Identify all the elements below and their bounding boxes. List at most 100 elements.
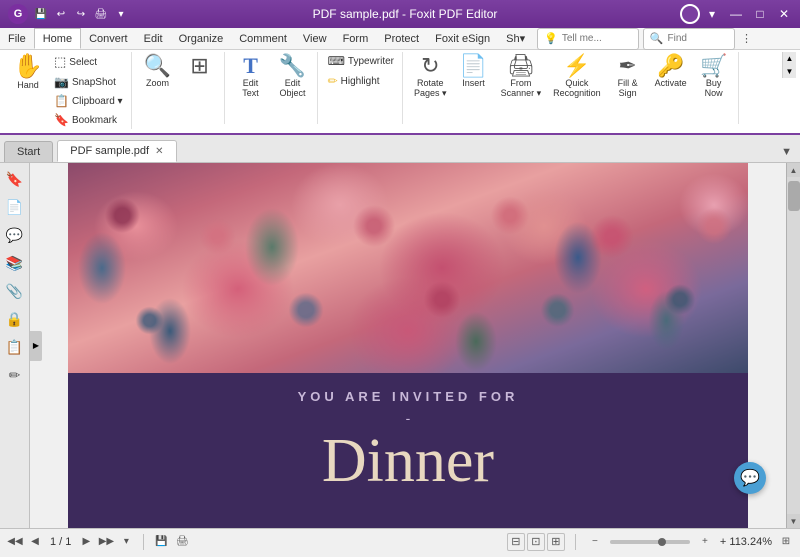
flower-detail: [68, 163, 748, 373]
menu-share[interactable]: Sh▾: [498, 28, 533, 49]
window-title: PDF sample.pdf - Foxit PDF Editor: [313, 7, 498, 21]
scroll-up-button[interactable]: ▲: [787, 163, 800, 177]
save-status-button[interactable]: 💾: [152, 533, 170, 551]
tab-scroll-down[interactable]: ▼: [777, 142, 796, 162]
right-scrollbar[interactable]: ▲ ▼: [786, 163, 800, 528]
ribbon-group-pages: ↻ RotatePages ▾ 📄 Insert 🖨 FromScanner ▾…: [405, 52, 739, 124]
scroll-thumb[interactable]: [788, 181, 800, 211]
redo-icon[interactable]: ↪: [72, 5, 90, 23]
left-sidebar: 🔖 📄 💬 📚 📎 🔒 📋 ✏: [0, 163, 30, 528]
print-icon[interactable]: 🖨: [92, 5, 110, 23]
sidebar-layers-icon[interactable]: 📚: [3, 251, 27, 275]
foxit-chat-button[interactable]: 💬: [734, 462, 766, 494]
fill-sign-label: Fill &Sign: [618, 78, 638, 98]
scroll-track[interactable]: [787, 177, 800, 514]
bookmark-icon: 🔖: [54, 113, 69, 127]
zoom-slider-thumb[interactable]: [658, 538, 666, 546]
menu-view[interactable]: View: [295, 28, 335, 49]
sidebar-attachment-icon[interactable]: 📎: [3, 279, 27, 303]
prev-page-button[interactable]: ◀: [26, 533, 44, 551]
typewriter-button[interactable]: ⌨ Typewriter: [324, 52, 398, 70]
view-mode-buttons: ⊟ ⊡ ⊞: [507, 533, 565, 551]
more-qa-icon[interactable]: ▾: [112, 5, 130, 23]
zoom-percentage: + 113.24%: [720, 536, 772, 548]
account-dropdown[interactable]: ▾: [704, 6, 720, 22]
sidebar-page-icon[interactable]: 📄: [3, 195, 27, 219]
zoom-in-button[interactable]: +: [696, 533, 714, 551]
page-layout-buttons: 💾 🖨: [152, 533, 191, 551]
activate-button[interactable]: 🔑 Activate: [650, 52, 692, 91]
from-scanner-button[interactable]: 🖨 FromScanner ▾: [496, 52, 547, 102]
account-icon[interactable]: [680, 4, 700, 24]
menu-protect[interactable]: Protect: [376, 28, 427, 49]
next-page-button[interactable]: ▶: [77, 533, 95, 551]
sidebar-sign-icon[interactable]: ✏: [3, 363, 27, 387]
ribbon-options-icon[interactable]: ⋮: [739, 31, 755, 47]
hand-button[interactable]: ✋ Hand: [8, 52, 48, 93]
zoom-out-button[interactable]: −: [586, 533, 604, 551]
page-navigation: ◀◀ ◀ 1 / 1 ▶ ▶▶ ▾: [6, 533, 135, 551]
fill-sign-button[interactable]: ✒ Fill &Sign: [608, 52, 648, 101]
buy-now-button[interactable]: 🛒 BuyNow: [694, 52, 734, 101]
scroll-down-button[interactable]: ▼: [787, 514, 800, 528]
minimize-button[interactable]: —: [728, 6, 744, 22]
sidebar-collapse-button[interactable]: ▶: [30, 331, 42, 361]
view-single-button[interactable]: ⊟: [507, 533, 525, 551]
clipboard-button[interactable]: 📋 Clipboard ▾: [50, 92, 127, 110]
nav-dropdown[interactable]: ▾: [117, 533, 135, 551]
app-logo[interactable]: G: [8, 4, 28, 24]
insert-button[interactable]: 📄 Insert: [454, 52, 494, 91]
select-icon: ⬚: [54, 54, 66, 70]
ribbon-scroll-down[interactable]: ▼: [783, 65, 796, 78]
find-input[interactable]: [668, 33, 728, 44]
undo-icon[interactable]: ↩: [52, 5, 70, 23]
sidebar-security-icon[interactable]: 🔒: [3, 307, 27, 331]
menu-file[interactable]: File: [0, 28, 34, 49]
zoom-icon: 🔍: [144, 55, 171, 77]
quick-access-toolbar: 💾 ↩ ↪ 🖨 ▾: [32, 5, 130, 23]
zoom-button[interactable]: 🔍 Zoom: [138, 52, 178, 91]
tell-me-input[interactable]: [562, 33, 632, 44]
tell-me-box[interactable]: 💡: [537, 28, 639, 50]
sidebar-bookmark-icon[interactable]: 🔖: [3, 167, 27, 191]
from-scanner-label: FromScanner ▾: [501, 78, 542, 99]
ribbon-group-zoom-content: 🔍 Zoom ⊞: [138, 52, 220, 124]
tab-close-button[interactable]: ✕: [155, 146, 163, 157]
find-box[interactable]: 🔍: [643, 28, 735, 50]
select-button[interactable]: ⬚ Select: [50, 52, 127, 72]
highlight-button[interactable]: ✏ Highlight: [324, 72, 398, 90]
menu-form[interactable]: Form: [335, 28, 377, 49]
ribbon-scrollbar[interactable]: ▲ ▼: [782, 52, 796, 78]
bookmark-button[interactable]: 🔖 Bookmark: [50, 111, 127, 129]
save-icon[interactable]: 💾: [32, 5, 50, 23]
last-page-button[interactable]: ▶▶: [97, 533, 115, 551]
close-button[interactable]: ✕: [776, 6, 792, 22]
first-page-button[interactable]: ◀◀: [6, 533, 24, 551]
sidebar-clipboard-icon[interactable]: 📋: [3, 335, 27, 359]
maximize-button[interactable]: □: [752, 6, 768, 22]
ribbon-scroll-up[interactable]: ▲: [783, 52, 796, 65]
view-facing-button[interactable]: ⊞: [547, 533, 565, 551]
hand-icon: ✋: [13, 55, 43, 79]
tab-start[interactable]: Start: [4, 141, 53, 162]
status-bar: ◀◀ ◀ 1 / 1 ▶ ▶▶ ▾ 💾 🖨 ⊟ ⊡ ⊞ − + + 113.24…: [0, 528, 800, 554]
edit-object-button[interactable]: 🔧 EditObject: [273, 52, 313, 101]
tab-pdf-file[interactable]: PDF sample.pdf ✕: [57, 140, 176, 162]
zoom-fit-button[interactable]: ⊞: [778, 534, 794, 550]
menu-convert[interactable]: Convert: [81, 28, 136, 49]
menu-organize[interactable]: Organize: [171, 28, 232, 49]
rotate-pages-button[interactable]: ↻ RotatePages ▾: [409, 52, 452, 102]
quick-recognition-button[interactable]: ⚡ QuickRecognition: [548, 52, 606, 101]
menu-home[interactable]: Home: [34, 28, 81, 49]
zoom-sub-button[interactable]: ⊞: [180, 52, 220, 81]
snapshot-button[interactable]: 📷 SnapShot: [50, 73, 127, 91]
view-continuous-button[interactable]: ⊡: [527, 533, 545, 551]
sidebar-comment-icon[interactable]: 💬: [3, 223, 27, 247]
menu-edit[interactable]: Edit: [136, 28, 171, 49]
print-status-button[interactable]: 🖨: [173, 533, 191, 551]
menu-comment[interactable]: Comment: [231, 28, 295, 49]
menu-foxitsign[interactable]: Foxit eSign: [427, 28, 498, 49]
edit-text-button[interactable]: T EditText: [231, 52, 271, 101]
zoom-slider[interactable]: [610, 540, 690, 544]
quick-recognition-icon: ⚡: [563, 55, 590, 77]
